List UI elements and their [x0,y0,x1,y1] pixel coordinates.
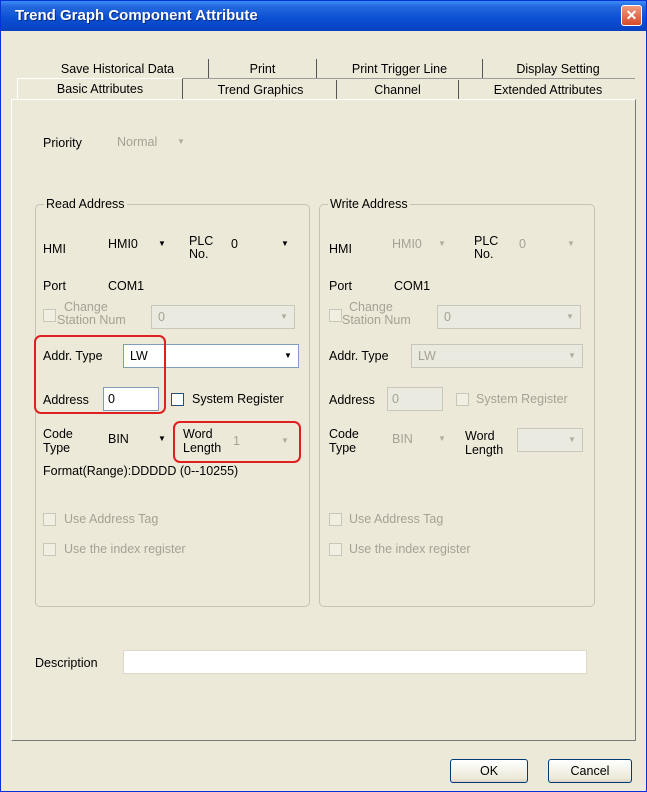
read-change-label-2: Station Num [57,313,126,327]
write-use-tag-label: Use Address Tag [349,512,444,526]
chevron-down-icon: ▼ [158,239,166,248]
write-change-value: 0 [444,310,451,324]
write-word-label-2: Length [465,443,504,457]
write-hmi-label: HMI [329,242,352,256]
chevron-down-icon: ▼ [281,239,289,248]
write-code-label-2: Type [329,441,357,455]
read-hmi-select[interactable]: HMI0 ▼ [102,233,172,257]
chevron-down-icon: ▼ [568,435,576,444]
read-use-index-label: Use the index register [64,542,186,556]
window-title: Trend Graph Component Attribute [15,7,258,24]
chevron-down-icon: ▼ [438,434,446,443]
description-input[interactable] [123,650,587,674]
write-addr-type-value: LW [418,349,436,363]
tab-basic-attributes[interactable]: Basic Attributes [17,78,183,100]
read-hmi-label: HMI [43,242,66,256]
word-length-highlight-box [173,421,301,463]
write-station-num-select[interactable]: 0 ▼ [437,305,581,329]
read-format-text: Format(Range):DDDDD (0--10255) [43,464,239,478]
write-addr-type-label: Addr. Type [329,349,389,363]
read-address-title: Read Address [44,197,127,211]
write-addr-type-select[interactable]: LW ▼ [411,344,583,368]
write-port-value: COM1 [394,279,431,293]
write-code-label-1: Code [329,427,359,441]
read-system-register-label: System Register [192,392,284,406]
write-system-register-label: System Register [476,392,568,406]
addr-highlight-box [34,335,166,414]
read-code-value: BIN [108,432,129,446]
tab-extended-attributes[interactable]: Extended Attributes [459,80,637,100]
tab-print-trigger-line[interactable]: Print Trigger Line [317,59,483,79]
description-label: Description [35,656,98,670]
write-plc-label-2: No. [474,247,494,261]
write-address-label: Address [329,393,375,407]
write-use-index-label: Use the index register [349,542,471,556]
chevron-down-icon: ▼ [177,137,185,146]
write-plc-value: 0 [519,237,526,251]
write-plc-select[interactable]: 0 ▼ [513,233,581,257]
priority-value: Normal [117,135,158,149]
write-address-input[interactable]: 0 [387,387,443,411]
tab-display-setting[interactable]: Display Setting [483,59,633,79]
priority-select[interactable]: Normal ▼ [111,131,191,155]
write-use-address-tag-checkbox[interactable] [329,513,342,526]
cancel-button[interactable]: Cancel [548,759,632,783]
read-code-label-2: Type [43,441,71,455]
write-hmi-select[interactable]: HMI0 ▼ [386,233,452,257]
read-code-label-1: Code [43,427,73,441]
read-plc-label-2: No. [189,247,209,261]
priority-label: Priority [43,136,82,150]
chevron-down-icon: ▼ [284,351,292,360]
read-use-index-checkbox[interactable] [43,543,56,556]
read-hmi-value: HMI0 [108,237,138,251]
write-word-length-select[interactable]: ▼ [517,428,583,452]
read-change-value: 0 [158,310,165,324]
write-address-value: 0 [392,392,399,406]
read-plc-value: 0 [231,237,238,251]
read-port-label: Port [43,279,66,293]
chevron-down-icon: ▼ [438,239,446,248]
read-code-type-select[interactable]: BIN ▼ [102,428,172,452]
write-use-index-checkbox[interactable] [329,543,342,556]
chevron-down-icon: ▼ [568,351,576,360]
write-port-label: Port [329,279,352,293]
write-system-register-checkbox[interactable] [456,393,469,406]
read-system-register-checkbox[interactable] [171,393,184,406]
read-station-num-select[interactable]: 0 ▼ [151,305,295,329]
read-plc-select[interactable]: 0 ▼ [225,233,295,257]
chevron-down-icon: ▼ [280,312,288,321]
tab-save-historical-data[interactable]: Save Historical Data [27,59,209,79]
write-change-label-2: Station Num [342,313,411,327]
write-address-title: Write Address [328,197,410,211]
write-word-label-1: Word [465,429,495,443]
chevron-down-icon: ▼ [567,239,575,248]
tab-channel[interactable]: Channel [337,80,459,100]
write-code-type-select[interactable]: BIN ▼ [386,428,452,452]
tab-print[interactable]: Print [209,59,317,79]
read-use-address-tag-checkbox[interactable] [43,513,56,526]
ok-button[interactable]: OK [450,759,528,783]
write-change-station-checkbox[interactable] [329,309,342,322]
read-port-value: COM1 [108,279,145,293]
dialog-window: Trend Graph Component Attribute ✕ Save H… [0,0,647,792]
read-use-tag-label: Use Address Tag [64,512,159,526]
title-bar[interactable]: Trend Graph Component Attribute ✕ [1,1,646,31]
chevron-down-icon: ▼ [158,434,166,443]
chevron-down-icon: ▼ [566,312,574,321]
tab-trend-graphics[interactable]: Trend Graphics [185,80,337,100]
write-hmi-value: HMI0 [392,237,422,251]
read-change-station-checkbox[interactable] [43,309,56,322]
close-button[interactable]: ✕ [621,5,642,26]
write-code-value: BIN [392,432,413,446]
